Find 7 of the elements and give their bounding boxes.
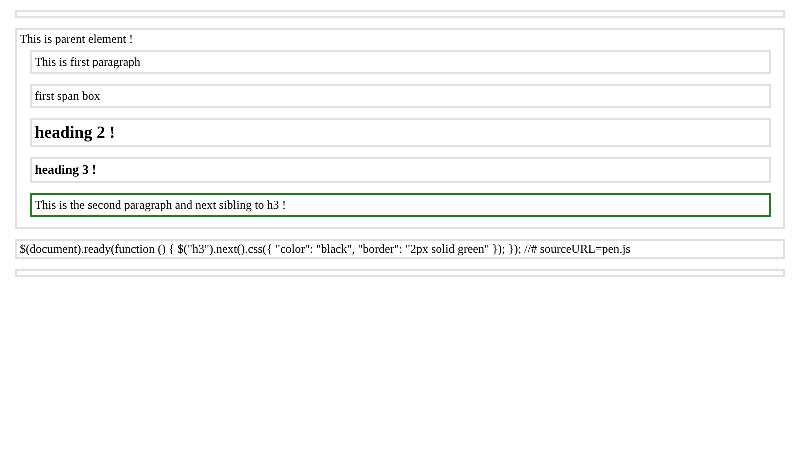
span-box: first span box <box>30 84 771 108</box>
paragraph-box: This is the second paragraph and next sibling to h3 ! <box>30 193 771 217</box>
code-text: $(document).ready(function () { $("h3").next().css({ "color": "black", "border": "2px solid green" }); }); //# sourceURL=pen.js <box>15 239 785 259</box>
heading-2: heading 2 ! <box>30 118 771 147</box>
parent-label: This is parent element ! <box>20 31 134 47</box>
heading-3: heading 3 ! <box>30 157 771 183</box>
paragraph-box: This is first paragraph <box>30 50 771 74</box>
